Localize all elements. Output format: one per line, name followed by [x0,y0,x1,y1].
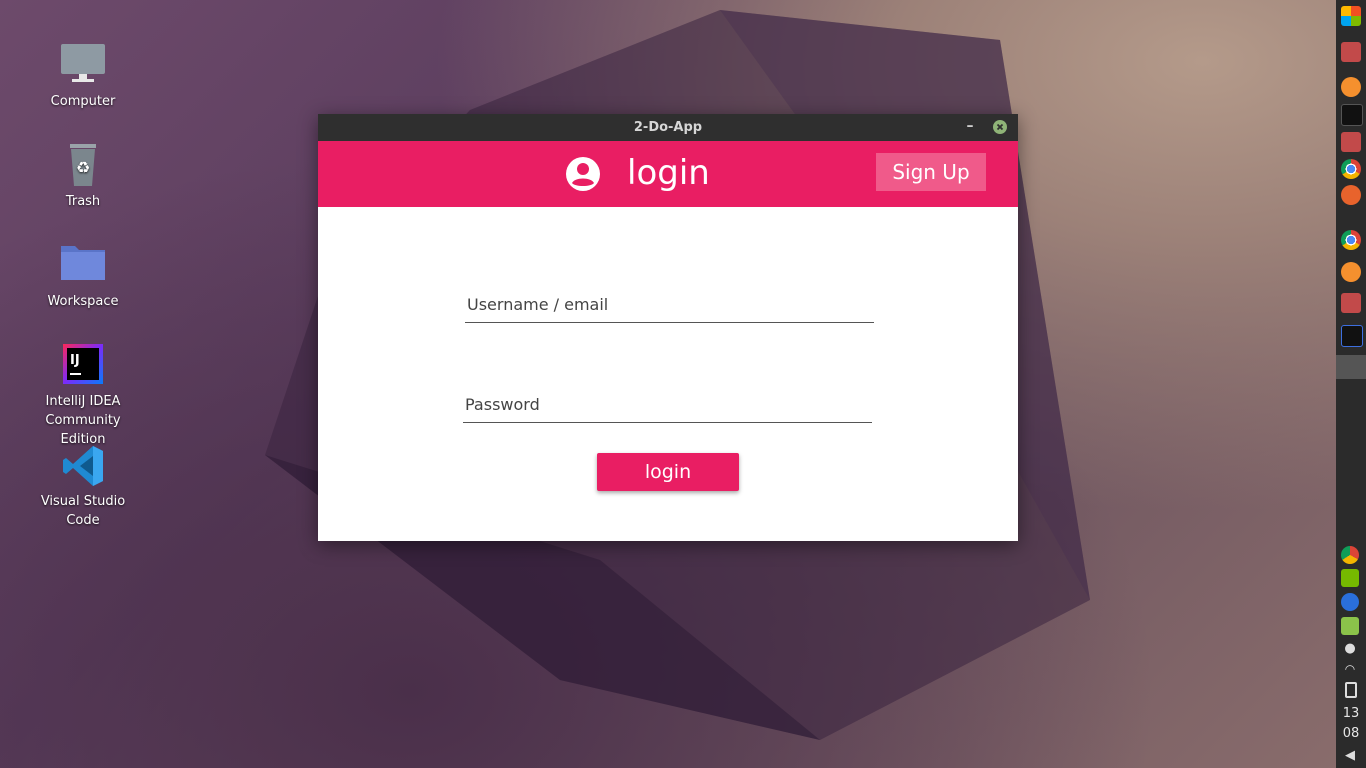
desktop-icon-label: Visual Studio Code [40,494,126,528]
app-window: 2-Do-App – login Sign Up login [318,114,1018,541]
folder-icon[interactable] [1341,132,1361,152]
password-input[interactable] [463,387,872,423]
intellij-icon[interactable] [1341,325,1363,347]
desktop-icon-label: Workspace [47,294,119,309]
wifi-icon[interactable]: ◠ [1341,661,1359,677]
app-header: login Sign Up [318,141,1018,207]
page-title: login [627,153,710,193]
username-email-input[interactable] [465,287,874,323]
shield-check-icon[interactable] [1341,617,1359,635]
menu-icon[interactable] [1341,6,1361,26]
window-icon[interactable] [1336,355,1366,379]
firefox-icon[interactable] [1341,77,1361,97]
volume-icon[interactable]: ◀ [1341,748,1359,764]
desktop-icon-intellij[interactable]: IJ IntelliJ IDEA Community Edition [23,342,143,449]
nvidia-icon[interactable] [1341,569,1359,587]
sign-up-button[interactable]: Sign Up [876,153,986,191]
monitor-icon [59,42,107,90]
battery-icon[interactable] [1345,682,1357,698]
terminal-icon[interactable] [1341,104,1363,126]
desktop-icon-label: Trash [65,194,101,209]
user-icon[interactable]: ● [1341,641,1359,657]
close-button[interactable] [993,120,1007,134]
firefox-icon[interactable] [1341,262,1361,282]
desktop-icon-workspace[interactable]: Workspace [23,242,143,311]
clock-hour[interactable]: 13 [1336,706,1366,721]
desktop-icon-trash[interactable]: ♻ Trash [23,142,143,211]
intellij-icon: IJ [59,342,107,390]
window-title: 2-Do-App [633,120,703,135]
folder-icon [59,242,107,290]
desktop-icon-label: Computer [50,94,116,109]
files-icon[interactable] [1341,42,1361,62]
chrome-icon[interactable] [1341,230,1361,250]
trash-icon: ♻ [59,142,107,190]
desktop-icon-vscode[interactable]: Visual Studio Code [23,442,143,530]
login-button[interactable]: login [597,453,739,491]
desktop-icon-label: IntelliJ IDEA Community Edition [45,394,121,447]
clock-minute[interactable]: 08 [1336,726,1366,741]
files-icon[interactable] [1341,293,1361,313]
bluetooth-icon[interactable] [1341,593,1359,611]
vscode-icon [59,442,107,490]
chrome-icon[interactable] [1341,159,1361,179]
firefox-alt-icon[interactable] [1341,185,1361,205]
close-icon [996,123,1004,131]
account-circle-icon [566,157,600,191]
right-panel: ● ◠ 13 08 ◀ [1336,0,1366,768]
svg-text:IJ: IJ [70,353,80,368]
svg-text:♻: ♻ [76,158,90,177]
chrome-tray-icon[interactable] [1341,546,1359,564]
window-titlebar[interactable]: 2-Do-App – [318,114,1018,141]
minimize-button[interactable]: – [963,114,977,141]
desktop-icon-computer[interactable]: Computer [23,42,143,111]
